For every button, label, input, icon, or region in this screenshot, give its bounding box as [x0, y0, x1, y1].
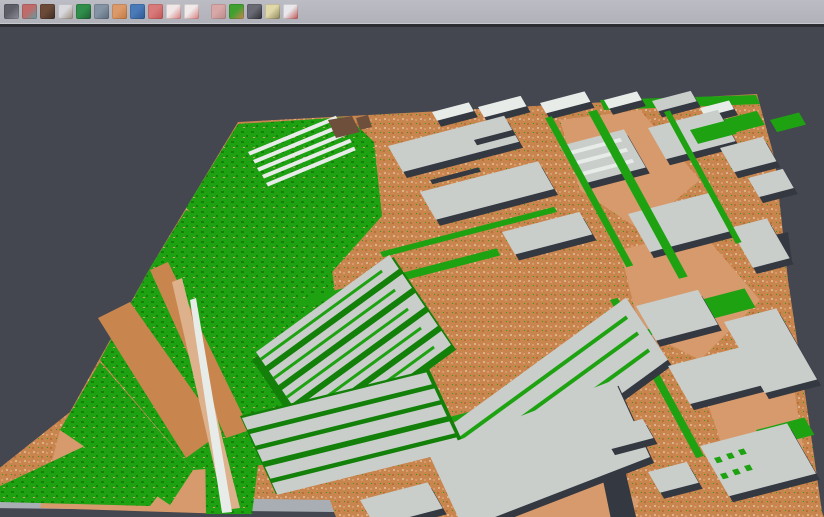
profile-lines-icon[interactable]	[148, 4, 163, 19]
ortho-photo-icon[interactable]	[112, 4, 127, 19]
checker-texture-icon[interactable]	[211, 4, 226, 19]
app-cube-icon[interactable]	[4, 4, 19, 19]
side-panel-icon[interactable]	[94, 4, 109, 19]
viewport-3d[interactable]	[0, 0, 824, 517]
application-window	[0, 0, 824, 517]
report-flag-icon[interactable]	[283, 4, 298, 19]
main-toolbar	[0, 0, 824, 24]
sparse-points-icon[interactable]	[58, 4, 73, 19]
target-circle-icon[interactable]	[166, 4, 181, 19]
green-hill-icon[interactable]	[76, 4, 91, 19]
selection-bounds-icon[interactable]	[184, 4, 199, 19]
notes-icon[interactable]	[265, 4, 280, 19]
classification-map-icon[interactable]	[229, 4, 244, 19]
toolbar-separator	[200, 11, 209, 12]
viewport-frame-line	[0, 24, 824, 27]
point-cloud-icon[interactable]	[22, 4, 37, 19]
dark-sphere-icon[interactable]	[247, 4, 262, 19]
globe-icon[interactable]	[130, 4, 145, 19]
terrain-scene	[0, 0, 824, 517]
terrain-mound-icon[interactable]	[40, 4, 55, 19]
